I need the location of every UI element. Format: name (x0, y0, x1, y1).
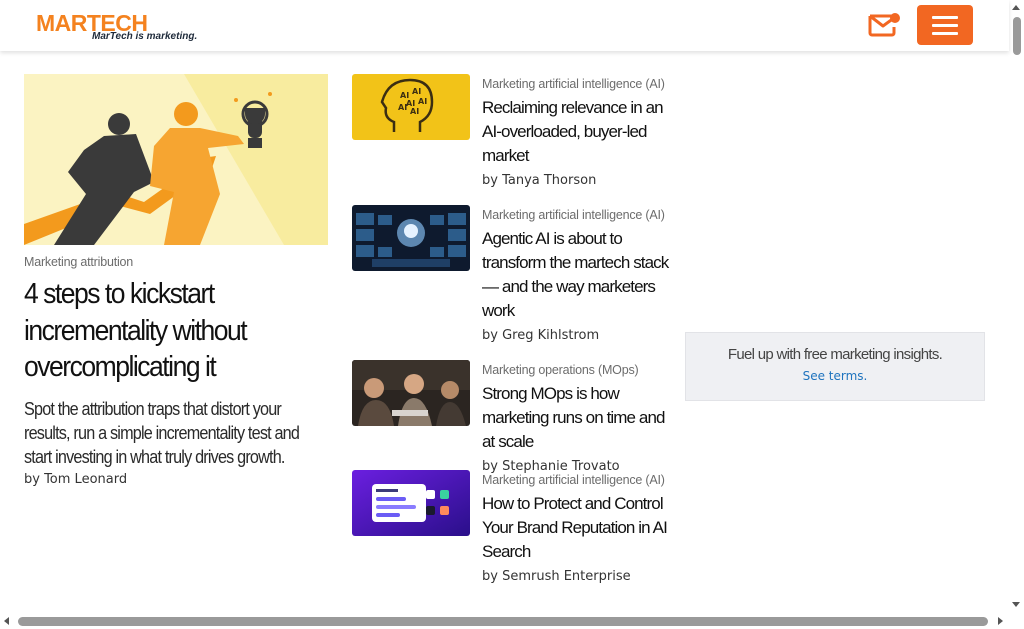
article-title[interactable]: Strong MOps is how marketing runs on tim… (482, 382, 674, 454)
feature-title[interactable]: 4 steps to kickstart incrementality with… (24, 276, 327, 386)
see-terms-link[interactable]: See terms. (686, 369, 984, 383)
scroll-down-arrow-icon[interactable] (1012, 602, 1020, 607)
feature-category[interactable]: Marketing attribution (24, 255, 324, 269)
article-category[interactable]: Marketing operations (MOps) (482, 360, 674, 380)
vertical-scrollbar[interactable] (1009, 0, 1024, 613)
scroll-left-arrow-icon[interactable] (4, 617, 9, 625)
svg-text:AI: AI (418, 97, 427, 106)
article-thumbnail[interactable]: AI AI AI AI AI AI (352, 74, 470, 140)
newsletter-button[interactable] (866, 9, 904, 41)
scroll-right-arrow-icon[interactable] (998, 617, 1003, 625)
logo-tagline: MarTech is marketing. (92, 31, 198, 42)
article-title[interactable]: Agentic AI is about to transform the mar… (482, 227, 674, 323)
article-byline: by Semrush Enterprise (482, 569, 631, 584)
article-category[interactable]: Marketing artificial intelligence (AI) (482, 470, 674, 490)
svg-text:AI: AI (398, 103, 407, 112)
article-category[interactable]: Marketing artificial intelligence (AI) (482, 74, 674, 94)
svg-text:AI: AI (412, 87, 421, 96)
feature-image[interactable] (24, 74, 328, 245)
newsletter-promo: Fuel up with free marketing insights. Se… (685, 332, 985, 401)
site-header: MARTECH MarTech is marketing. (0, 0, 1009, 51)
feature-byline: by Tom Leonard (24, 472, 128, 487)
envelope-icon (868, 13, 900, 37)
feature-description: Spot the attribution traps that distort … (24, 399, 300, 467)
menu-toggle-button[interactable] (917, 5, 973, 45)
svg-text:AI: AI (410, 107, 419, 116)
promo-text: Fuel up with free marketing insights. (727, 346, 943, 363)
article-thumbnail[interactable] (352, 205, 470, 271)
article-thumbnail[interactable] (352, 360, 470, 426)
article-byline: by Tanya Thorson (482, 173, 597, 188)
article-category[interactable]: Marketing artificial intelligence (AI) (482, 205, 674, 225)
vertical-scroll-thumb[interactable] (1013, 17, 1021, 55)
article-thumbnail[interactable] (352, 470, 470, 536)
article-title[interactable]: How to Protect and Control Your Brand Re… (482, 492, 674, 564)
martech-logo[interactable]: MARTECH MarTech is marketing. (36, 10, 198, 44)
article-title[interactable]: Reclaiming relevance in an AI-overloaded… (482, 96, 674, 168)
scroll-up-arrow-icon[interactable] (1012, 5, 1020, 10)
horizontal-scroll-thumb[interactable] (18, 617, 988, 626)
article-byline: by Greg Kihlstrom (482, 328, 600, 343)
